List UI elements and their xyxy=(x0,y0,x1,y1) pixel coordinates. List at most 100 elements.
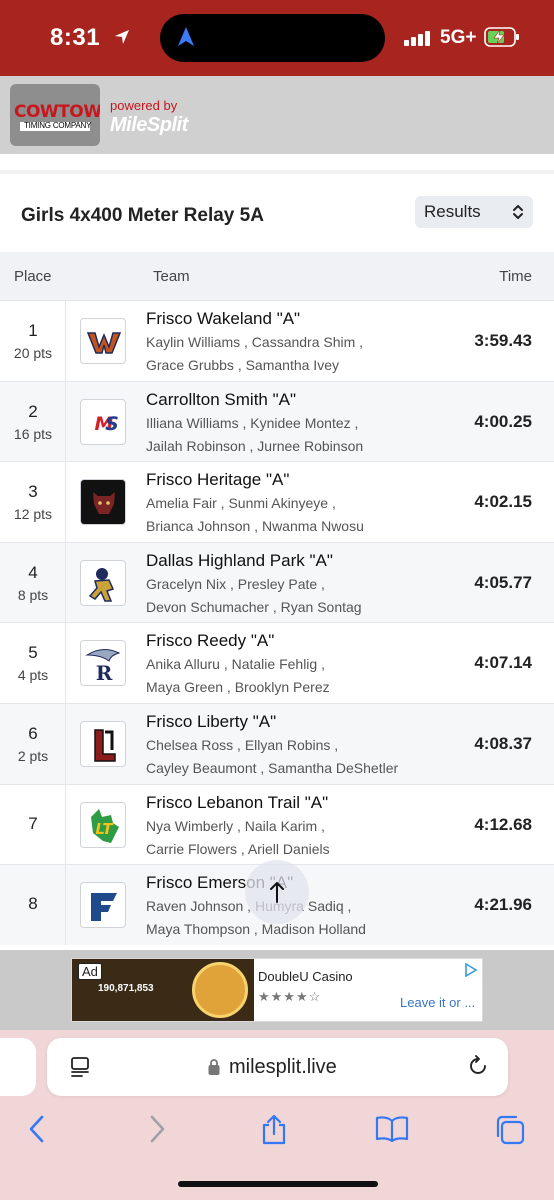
finish-time: 4:02.15 xyxy=(474,492,532,512)
runners-line-2[interactable]: Devon Schumacher , Ryan Sontag xyxy=(146,599,362,615)
tabs-icon[interactable] xyxy=(494,1114,526,1151)
network-type: 5G+ xyxy=(440,27,477,48)
team-name[interactable]: Frisco Liberty "A" xyxy=(146,712,276,732)
ad-wheel-graphic xyxy=(192,962,248,1018)
table-row[interactable]: 7 LT Frisco Lebanon Trail "A" Nya Wimber… xyxy=(0,783,554,865)
runners-line-2[interactable]: Maya Green , Brooklyn Perez xyxy=(146,679,330,695)
svg-text:LT: LT xyxy=(95,820,114,838)
location-arrow-icon xyxy=(113,25,131,53)
clock: 8:31 xyxy=(50,24,101,51)
team-logo-wakeland[interactable] xyxy=(80,318,126,364)
lock-icon xyxy=(207,1058,221,1081)
address-bar[interactable]: milesplit.live xyxy=(47,1038,508,1096)
runners-line-2[interactable]: Jailah Robinson , Jurnee Robinson xyxy=(146,438,363,454)
place-cell: 7 xyxy=(0,784,66,865)
results-content: Girls 4x400 Meter Relay 5A Results Place… xyxy=(0,154,554,950)
scroll-to-top-button[interactable] xyxy=(245,860,309,924)
place-cell: 2 16 pts xyxy=(0,381,66,462)
team-name[interactable]: Frisco Reedy "A" xyxy=(146,631,274,651)
team-name[interactable]: Frisco Lebanon Trail "A" xyxy=(146,793,328,813)
table-header: Place Team Time xyxy=(0,252,554,300)
play-store-icon[interactable] xyxy=(464,962,478,982)
runners-line-1[interactable]: Amelia Fair , Sunmi Akinyeye , xyxy=(146,495,336,511)
view-select[interactable]: Results xyxy=(415,196,533,228)
table-row[interactable]: 3 12 pts Frisco Heritage "A" Amelia Fair… xyxy=(0,461,554,542)
signal-icon xyxy=(404,30,432,46)
runners-line-2[interactable]: Grace Grubbs , Samantha Ivey xyxy=(146,357,339,373)
results-table: Place Team Time 1 20 pts Frisco Wakeland… xyxy=(0,252,554,945)
forward-icon[interactable] xyxy=(146,1114,168,1149)
team-logo-reedy[interactable]: R xyxy=(80,640,126,687)
reload-icon[interactable] xyxy=(467,1055,489,1082)
team-logo-emerson[interactable] xyxy=(80,882,126,929)
runners-line-1[interactable]: Anika Alluru , Natalie Fehlig , xyxy=(146,656,325,672)
team-name[interactable]: Carrollton Smith "A" xyxy=(146,390,296,410)
runners-line-2[interactable]: Maya Thompson , Madison Holland xyxy=(146,921,366,937)
runners-line-1[interactable]: Nya Wimberly , Naila Karim , xyxy=(146,818,325,834)
runners-line-2[interactable]: Cayley Beaumont , Samantha DeShetler xyxy=(146,760,398,776)
place: 5 xyxy=(28,643,38,663)
dynamic-island xyxy=(160,14,385,62)
back-icon[interactable] xyxy=(26,1114,48,1149)
finish-time: 3:59.43 xyxy=(474,331,532,350)
page-menu-icon[interactable] xyxy=(69,1056,91,1083)
view-select-label: Results xyxy=(424,202,481,221)
ad-image-text: 190,871,853 xyxy=(98,983,154,994)
cowtown-logo[interactable]: COWTOWN TIMING COMPANY xyxy=(10,84,100,146)
team-logo-lebanon-trail[interactable]: LT xyxy=(80,801,126,848)
team-logo-heritage[interactable] xyxy=(80,479,126,526)
finish-time: 4:12.68 xyxy=(474,814,532,834)
status-time: 8:31 xyxy=(50,24,131,53)
finish-time: 4:08.37 xyxy=(474,733,532,753)
runners-line-1[interactable]: Gracelyn Nix , Presley Pate , xyxy=(146,576,325,592)
place: 7 xyxy=(28,813,38,833)
ad-title[interactable]: DoubleU Casino xyxy=(258,969,353,984)
column-header-place[interactable]: Place xyxy=(14,268,52,285)
share-icon[interactable] xyxy=(260,1114,288,1151)
finish-time: 4:21.96 xyxy=(474,895,532,915)
place-cell: 3 12 pts xyxy=(0,462,66,542)
ad-rating: ★★★★☆ xyxy=(258,989,322,1004)
bookmarks-icon[interactable] xyxy=(375,1114,409,1149)
table-row[interactable]: 5 4 pts R Frisco Reedy "A" Anika Alluru … xyxy=(0,622,554,703)
table-row[interactable]: 6 2 pts Frisco Liberty "A" Chelsea Ross … xyxy=(0,702,554,784)
points: 20 pts xyxy=(13,345,53,361)
table-row[interactable]: 1 20 pts Frisco Wakeland "A" Kaylin Will… xyxy=(0,300,554,381)
logo-subtext: TIMING COMPANY xyxy=(24,121,92,130)
ad-banner[interactable]: 190,871,853 Ad DoubleU Casino ★★★★☆ Leav… xyxy=(71,958,483,1022)
milesplit-logo[interactable]: MileSplit xyxy=(110,114,188,137)
event-header: Girls 4x400 Meter Relay 5A Results xyxy=(0,178,554,252)
battery-icon xyxy=(484,27,520,47)
runners-line-2[interactable]: Brianca Johnson , Nwanma Nwosu xyxy=(146,518,364,534)
ad-area: 190,871,853 Ad DoubleU Casino ★★★★☆ Leav… xyxy=(0,950,554,1030)
team-name[interactable]: Dallas Highland Park "A" xyxy=(146,551,333,571)
team-logo-liberty[interactable] xyxy=(80,720,126,767)
ad-badge: Ad xyxy=(78,963,102,980)
home-indicator xyxy=(178,1181,378,1187)
runners-line-2[interactable]: Carrie Flowers , Ariell Daniels xyxy=(146,841,330,857)
table-row[interactable]: 2 16 pts MS Carrollton Smith "A" Illiana… xyxy=(0,380,554,462)
ad-link[interactable]: Leave it or ... xyxy=(400,995,475,1010)
team-logo-highland-park[interactable] xyxy=(80,559,126,606)
column-header-team[interactable]: Team xyxy=(153,268,190,285)
runners-line-1[interactable]: Chelsea Ross , Ellyan Robins , xyxy=(146,737,338,753)
team-name[interactable]: Frisco Wakeland "A" xyxy=(146,309,300,329)
team-name[interactable]: Frisco Heritage "A" xyxy=(146,470,289,490)
place-cell: 6 2 pts xyxy=(0,703,66,784)
team-logo-smith[interactable]: MS xyxy=(80,398,126,445)
url-text[interactable]: milesplit.live xyxy=(229,1056,337,1079)
runners-line-1[interactable]: Illiana Williams , Kynidee Montez , xyxy=(146,415,358,431)
column-header-time[interactable]: Time xyxy=(499,268,532,285)
browser-toolbar: milesplit.live xyxy=(0,1030,554,1200)
points: 8 pts xyxy=(17,586,49,603)
powered-by-label: powered by xyxy=(110,98,178,113)
runners-line-1[interactable]: Kaylin Williams , Cassandra Shim , xyxy=(146,334,363,350)
status-bar: 8:31 5G+ xyxy=(0,0,554,76)
previous-tab-preview[interactable] xyxy=(0,1038,36,1096)
table-row[interactable]: 4 8 pts Dallas Highland Park "A" Gracely… xyxy=(0,541,554,623)
svg-text:S: S xyxy=(105,413,119,435)
points: 2 pts xyxy=(17,747,49,764)
finish-time: 4:00.25 xyxy=(474,411,532,431)
event-title: Girls 4x400 Meter Relay 5A xyxy=(21,205,264,226)
points: 4 pts xyxy=(17,667,49,684)
